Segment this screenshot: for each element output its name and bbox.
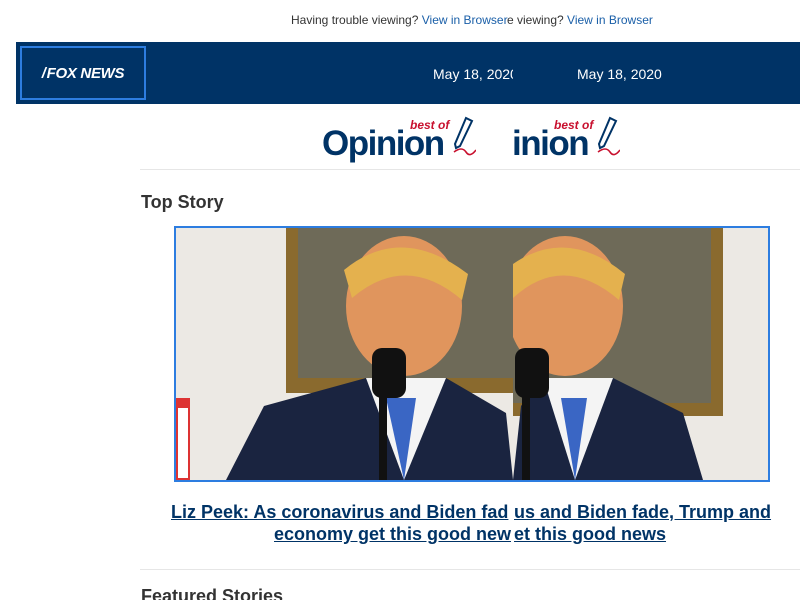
fox-news-logo-link[interactable]: /FOX NEWS	[20, 46, 146, 100]
preheader-right: e viewing? View in Browser	[507, 13, 667, 27]
top-story-headline-link[interactable]: economy get this good new	[274, 524, 514, 545]
top-story-headline-link[interactable]: et this good news	[514, 524, 672, 545]
preheader: Having trouble viewing? View in Browser …	[0, 13, 800, 29]
top-story-headline-link[interactable]: us and Biden fade, Trump and	[514, 502, 776, 523]
trouble-viewing-text: Having trouble viewing?	[291, 13, 422, 27]
divider	[140, 569, 800, 570]
preheader-left: Having trouble viewing? View in Browser	[291, 13, 513, 27]
featured-stories-heading: Featured Stories	[141, 586, 284, 600]
fox-news-logo: /FOX NEWS	[41, 64, 125, 82]
top-story-heading: Top Story	[141, 192, 224, 212]
pen-icon	[453, 116, 476, 156]
best-of-label: best of	[554, 118, 594, 132]
best-of-opinion-banner[interactable]: Opinion best of	[322, 114, 482, 166]
top-story-image-link[interactable]	[174, 226, 770, 482]
date-label: May 18, 2020	[577, 66, 662, 82]
date-label: May 18, 2020	[433, 66, 513, 82]
speaker-at-podium-photo	[176, 228, 513, 480]
pen-icon	[597, 116, 620, 156]
logo-text: FOX NEWS	[46, 64, 125, 82]
header-bar: /FOX NEWS May 18, 2020 May 18, 2020	[16, 42, 800, 104]
divider	[140, 169, 800, 170]
speaker-at-podium-photo	[513, 228, 768, 480]
best-of-opinion-banner[interactable]: inion best of	[512, 114, 622, 166]
best-of-label: best of	[410, 118, 450, 132]
view-in-browser-link[interactable]: View in Browser	[422, 13, 508, 27]
top-story-headline-link[interactable]: Liz Peek: As coronavirus and Biden fad	[171, 502, 516, 523]
trouble-viewing-text: e viewing?	[507, 13, 568, 27]
view-in-browser-link[interactable]: View in Browser	[567, 13, 653, 27]
